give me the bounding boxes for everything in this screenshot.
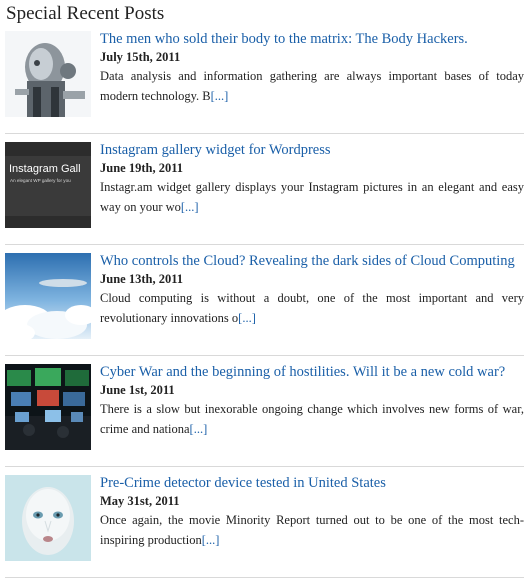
post-date: June 13th, 2011 [100,272,184,286]
post-excerpt: Data analysis and information gathering … [100,66,524,106]
post-excerpt: Instagr.am widget gallery displays your … [100,177,524,217]
post-title-link[interactable]: Who controls the Cloud? Revealing the da… [100,253,524,270]
control-room-thumbnail[interactable] [5,364,91,450]
read-more-link[interactable]: [...] [238,311,256,325]
recent-posts-widget: Special Recent Posts The men who sold th… [0,0,530,578]
face-portrait-thumbnail[interactable] [5,475,91,561]
read-more-link[interactable]: [...] [211,89,229,103]
post-date: July 15th, 2011 [100,50,181,64]
post-item: Cyber War and the beginning of hostiliti… [5,364,524,467]
post-title-link[interactable]: Pre-Crime detector device tested in Unit… [100,475,524,492]
read-more-link[interactable]: [...] [202,533,220,547]
post-date: June 19th, 2011 [100,161,184,175]
post-title-link[interactable]: The men who sold their body to the matri… [100,31,524,48]
thumb-caption-text: An elegant WP gallery for you [10,178,71,183]
instagram-gallery-thumbnail[interactable]: Instagram Gall An elegant WP gallery for… [5,142,91,228]
post-excerpt: There is a slow but inexorable ongoing c… [100,399,524,439]
post-excerpt: Once again, the movie Minority Report tu… [100,510,524,550]
excerpt-text: Instagr.am widget gallery displays your … [100,180,524,214]
post-date: June 1st, 2011 [100,383,175,397]
sky-clouds-thumbnail[interactable] [5,253,91,339]
post-item: Instagram Gall An elegant WP gallery for… [5,142,524,245]
widget-title: Special Recent Posts [6,3,165,24]
post-item: Pre-Crime detector device tested in Unit… [5,475,524,578]
post-item: The men who sold their body to the matri… [5,31,524,134]
post-excerpt: Cloud computing is without a doubt, one … [100,288,524,328]
post-item: Who controls the Cloud? Revealing the da… [5,253,524,356]
excerpt-text: Cloud computing is without a doubt, one … [100,291,524,325]
post-date: May 31st, 2011 [100,494,180,508]
post-title-link[interactable]: Cyber War and the beginning of hostiliti… [100,364,524,381]
thumb-heading-text: Instagram Gall [9,163,81,175]
excerpt-text: There is a slow but inexorable ongoing c… [100,402,524,436]
robot-figure-thumbnail[interactable] [5,31,91,117]
excerpt-text: Data analysis and information gathering … [100,69,524,103]
read-more-link[interactable]: [...] [181,200,199,214]
excerpt-text: Once again, the movie Minority Report tu… [100,513,524,547]
read-more-link[interactable]: [...] [190,422,208,436]
post-title-link[interactable]: Instagram gallery widget for Wordpress [100,142,524,159]
